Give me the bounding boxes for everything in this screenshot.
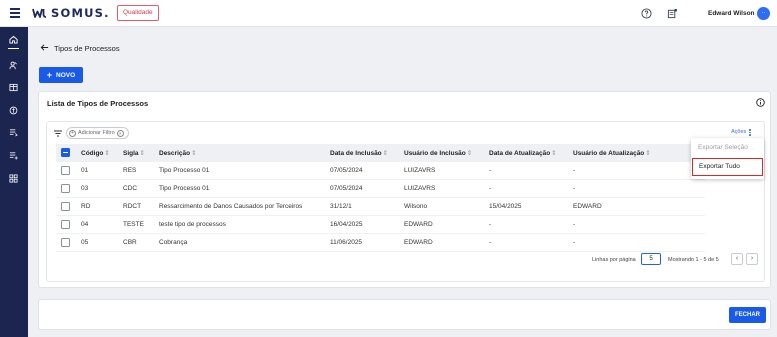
close-icon[interactable]: × [116,129,124,137]
cell-codigo: 03 [81,185,89,192]
nav-money-icon[interactable] [6,103,21,118]
plus-icon: + [46,69,53,80]
cell-data-atualizacao: - [489,185,492,192]
row-checkbox[interactable] [61,184,70,193]
new-button-label: NOVO [56,71,76,79]
export-all-menu-item[interactable]: Exportar Tudo [692,158,763,176]
cell-usuario-atualizacao: - [573,239,576,246]
side-navigation [0,27,28,337]
nav-apps-icon[interactable] [6,171,21,186]
next-page-button[interactable]: › [746,253,758,265]
cell-descricao: Cobrança [159,239,188,246]
column-header-usuario-inclusao[interactable]: Usuário de Inclusão⇕ [404,149,472,157]
cell-sigla: TESTE [123,221,144,228]
module-badge[interactable]: Qualidade [117,5,159,21]
brand-logo[interactable]: SOMUS. [32,6,110,20]
add-filter-chip[interactable]: + Adicionar Filtro × [66,127,129,139]
row-checkbox[interactable] [61,202,70,211]
actions-menu-button[interactable]: Ações [731,129,751,136]
add-filter-label: Adicionar Filtro [78,130,115,136]
rows-per-page-select[interactable]: 5 [641,253,661,265]
table-header: Código⇕ Sigla⇕ Descrição⇕ Data de Inclus… [56,144,705,162]
filter-icon[interactable] [54,130,62,137]
cell-data-inclusao: 07/05/2024 [330,167,363,174]
cell-sigla: CDC [123,185,138,192]
cell-descricao: teste tipo de processos [159,221,226,228]
page-title: Tipos de Processos [54,44,120,53]
new-button[interactable]: + NOVO [39,67,83,83]
table-row[interactable]: 01 RES Tipo Processo 01 07/05/2024 LUIZA… [56,162,705,180]
cell-usuario-atualizacao: EDWARD [573,203,602,210]
cell-codigo: 04 [81,221,89,228]
cell-data-inclusao: 11/06/2025 [330,239,363,246]
cell-data-inclusao: 07/05/2024 [330,185,363,192]
column-header-codigo[interactable]: Código⇕ [81,149,110,157]
info-icon[interactable] [756,98,765,107]
cell-codigo: 05 [81,239,89,246]
cell-data-atualizacao: - [489,239,492,246]
close-button[interactable]: FECHAR [729,307,766,323]
nav-list-add-icon[interactable] [6,148,21,163]
row-checkbox[interactable] [61,166,70,175]
table-row[interactable]: RD RDCT Ressarcimento de Danos Causados … [56,198,705,216]
column-header-usuario-atualizacao[interactable]: Usuário de Atualização⇕ [573,149,651,157]
actions-dropdown-menu: Exportar Seleção Exportar Tudo [691,138,764,179]
column-header-sigla[interactable]: Sigla⇕ [123,149,145,157]
cell-data-inclusao: 31/12/1 [330,203,352,210]
cell-descricao: Tipo Processo 01 [159,185,210,192]
table-row[interactable]: 04 TESTE teste tipo de processos 16/04/2… [56,216,705,234]
list-card: Lista de Tipos de Processos + Adicionar … [38,91,771,288]
cell-usuario-inclusao: LUIZAVRS [404,167,436,174]
cell-usuario-inclusao: Wilsono [404,203,428,210]
table-row[interactable]: 05 CBR Cobrança 11/06/2025 EDWARD - - [56,234,705,252]
select-all-checkbox[interactable] [61,148,70,157]
somus-logo-mark-icon [32,8,47,18]
help-icon[interactable] [641,8,652,19]
row-checkbox[interactable] [61,220,70,229]
table-row[interactable]: 03 CDC Tipo Processo 01 07/05/2024 LUIZA… [56,180,705,198]
cell-data-atualizacao: - [489,167,492,174]
cell-sigla: CBR [123,239,137,246]
cell-codigo: RD [81,203,91,210]
list-title: Lista de Tipos de Processos [47,99,149,108]
user-avatar[interactable]: ·· [757,7,770,20]
cell-data-inclusao: 16/04/2025 [330,221,363,228]
cell-usuario-atualizacao: - [573,167,576,174]
cell-codigo: 01 [81,167,89,174]
column-header-data-inclusao[interactable]: Data de Inclusão⇕ [330,149,388,157]
brand-name: SOMUS. [51,6,110,20]
news-icon[interactable] [667,8,678,19]
cell-usuario-inclusao: EDWARD [404,239,433,246]
nav-list-icon[interactable] [6,125,21,140]
nav-home-icon[interactable] [6,32,21,49]
plus-circle-icon: + [69,129,76,137]
column-header-descricao[interactable]: Descrição⇕ [159,149,197,157]
arrow-left-icon[interactable] [40,43,49,52]
pagination-range: Mostrando 1 - 5 de 5 [668,257,719,263]
cell-usuario-atualizacao: - [573,185,576,192]
cell-data-atualizacao: 15/04/2025 [489,203,522,210]
column-header-data-atualizacao[interactable]: Data de Atualização⇕ [489,149,557,157]
footer-bar: FECHAR [38,299,771,330]
cell-descricao: Tipo Processo 01 [159,167,210,174]
cell-sigla: RDCT [123,203,142,210]
cell-sigla: RES [123,167,137,174]
table-container: + Adicionar Filtro × Ações Código⇕ Sigla… [46,121,765,282]
export-selection-menu-item[interactable]: Exportar Seleção [691,139,764,157]
cell-usuario-inclusao: EDWARD [404,221,433,228]
user-name[interactable]: Edward Wilson [708,10,755,17]
top-bar: SOMUS. Qualidade Edward Wilson ·· [0,0,777,27]
row-checkbox[interactable] [61,238,70,247]
previous-page-button[interactable]: ‹ [731,253,743,265]
nav-table-icon[interactable] [6,80,21,95]
actions-label: Ações [731,129,747,136]
rows-per-page-label: Linhas por página [592,257,636,263]
cell-usuario-atualizacao: - [573,221,576,228]
hamburger-icon[interactable] [10,8,20,18]
cell-usuario-inclusao: LUIZAVRS [404,185,436,192]
nav-users-icon[interactable] [6,58,21,73]
more-vertical-icon [749,129,751,136]
cell-descricao: Ressarcimento de Danos Causados por Terc… [159,203,303,210]
cell-data-atualizacao: - [489,221,492,228]
